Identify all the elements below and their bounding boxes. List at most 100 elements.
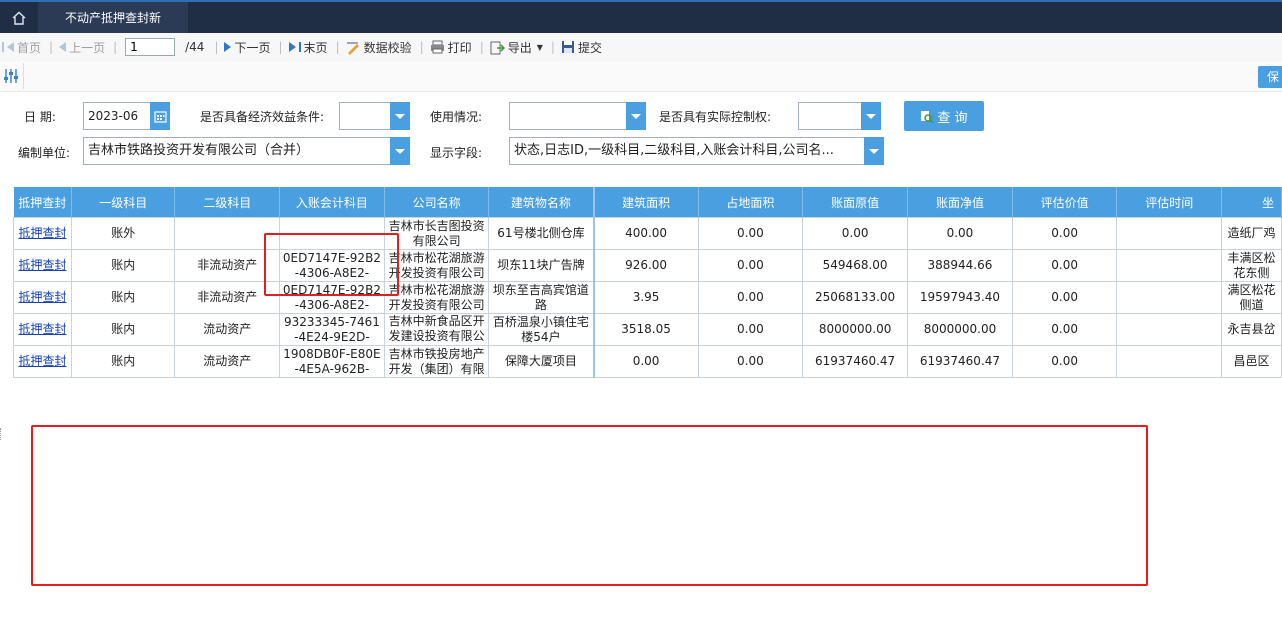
filter-settings-icon[interactable] (2, 67, 20, 85)
cell-account-text: 1908DB0F-E80E-4E5A-962B- (283, 346, 381, 376)
mortgage-link[interactable]: 抵押查封 (13, 345, 72, 378)
resize-handle[interactable] (0, 428, 3, 440)
save-button[interactable]: 保 (1258, 66, 1282, 88)
cell-building: 保障大厦项目 (488, 345, 595, 378)
mortgage-link[interactable]: 抵押查封 (13, 281, 72, 314)
col-header[interactable]: 公司名称 (384, 187, 490, 218)
cell-company: 吉林市松花湖旅游开发投资有限公司 (383, 281, 490, 314)
save-label: 保 (1267, 70, 1280, 84)
cell-level1: 账外 (70, 217, 176, 250)
cell-location: 永吉县岔 (1221, 313, 1282, 346)
fields-dropdown-button[interactable] (864, 137, 884, 165)
title-bar: 不动产抵押查封新 (0, 0, 1282, 33)
col-header[interactable]: 入账会计科目 (279, 187, 385, 218)
query-button[interactable]: 查 询 (904, 101, 984, 131)
cell-orig: 25068133.00 (802, 281, 909, 314)
tab-real-estate-mortgage[interactable]: 不动产抵押查封新 (38, 2, 188, 33)
table-row: 抵押查封 账外 吉林市长吉图投资有限公司 61号楼北侧仓库 400.00 0.0… (13, 217, 1282, 250)
cell-building: 百桥温泉小镇住宅楼54户 (488, 313, 595, 346)
cell-location: 满区松花侧道 (1221, 281, 1282, 314)
table-row: 抵押查封 账内 非流动资产 0ED7147E-92B2-4306-A8E2- 吉… (13, 281, 1282, 314)
cell-company-text: 吉林市长吉图投资有限公司 (388, 218, 485, 248)
cell-area: 400.00 (592, 217, 699, 250)
date-input[interactable]: 2023-06 (83, 102, 151, 130)
col-header[interactable]: 抵押查封 (13, 187, 72, 218)
cell-land: 0.00 (697, 249, 804, 282)
calendar-icon (153, 110, 167, 123)
validate-label: 数据校验 (363, 40, 412, 55)
usage-dropdown-button[interactable] (626, 102, 646, 130)
page-number-input[interactable] (125, 38, 176, 56)
pager-toolbar: 首页 | 上一页 | /44 | 下一页 | 末页 | 数据校验 | 打印 | … (0, 33, 1282, 62)
control-dropdown-button[interactable] (861, 102, 881, 130)
unit-select[interactable]: 吉林市铁路投资开发有限公司（合并） (83, 137, 392, 165)
cell-eval: 0.00 (1011, 217, 1118, 250)
cell-evaltime (1116, 249, 1222, 282)
chevron-down-icon (866, 113, 876, 119)
date-label: 日 期: (24, 110, 56, 124)
submit-label: 提交 (577, 40, 602, 55)
col-header[interactable]: 建筑物名称 (488, 187, 595, 218)
col-header[interactable]: 一级科目 (71, 187, 176, 218)
cell-level1: 账内 (70, 313, 176, 346)
col-header[interactable]: 占地面积 (698, 187, 804, 218)
col-header[interactable]: 坐 (1221, 187, 1282, 218)
export-icon (490, 41, 505, 54)
cell-orig: 61937460.47 (802, 345, 909, 378)
first-page-button[interactable]: 首页 (2, 39, 41, 56)
cell-location-text: 昌邑区 (1233, 354, 1270, 368)
cell-account-text: 93233345-7461-4E24-9E2D- (283, 314, 380, 344)
chevron-down-icon: ▼ (536, 42, 543, 52)
usage-select[interactable] (509, 102, 627, 130)
home-button[interactable] (0, 2, 38, 33)
cell-orig: 549468.00 (802, 249, 909, 282)
fields-select[interactable]: 状态,日志ID,一级科目,二级科目,入账会计科目,公司名... (509, 137, 865, 165)
cell-level1: 账内 (70, 249, 176, 282)
cell-account: 93233345-7461-4E24-9E2D- (279, 313, 385, 346)
next-page-label: 下一页 (234, 40, 271, 55)
col-header[interactable]: 评估价值 (1012, 187, 1118, 218)
cell-evaltime (1116, 313, 1222, 346)
cell-eval: 0.00 (1011, 249, 1118, 282)
econ-dropdown-button[interactable] (390, 102, 410, 130)
cell-account: 1908DB0F-E80E-4E5A-962B- (279, 345, 385, 378)
chevron-down-icon (395, 148, 405, 154)
cell-orig: 0.00 (802, 217, 909, 250)
next-page-button[interactable]: 下一页 (224, 39, 271, 56)
cell-orig: 8000000.00 (802, 313, 909, 346)
submit-button[interactable]: 提交 (561, 39, 602, 56)
cell-building: 坝东11块广告牌 (488, 249, 595, 282)
col-header[interactable]: 建筑面积 (592, 187, 699, 218)
cell-evaltime (1116, 281, 1222, 314)
cell-building-text: 坝东至吉高宾馆道路 (492, 282, 589, 312)
prev-page-label: 上一页 (69, 40, 106, 55)
cell-location-text: 永吉县岔 (1227, 322, 1276, 336)
calendar-button[interactable] (150, 102, 170, 130)
pencil-ruler-icon (346, 41, 359, 55)
page-total: /44 (185, 40, 205, 54)
econ-select[interactable] (339, 102, 391, 130)
col-header[interactable]: 二级科目 (174, 187, 281, 218)
cell-net: 19597943.40 (907, 281, 1013, 314)
unit-dropdown-button[interactable] (390, 137, 410, 165)
print-button[interactable]: 打印 (430, 39, 472, 56)
col-header[interactable]: 账面原值 (802, 187, 909, 218)
col-header[interactable]: 账面净值 (907, 187, 1013, 218)
mortgage-link[interactable]: 抵押查封 (13, 249, 72, 282)
control-select[interactable] (798, 102, 862, 130)
last-page-button[interactable]: 末页 (288, 39, 328, 56)
table-row: 抵押查封 账内 流动资产 93233345-7461-4E24-9E2D- 吉林… (13, 313, 1282, 346)
mortgage-link[interactable]: 抵押查封 (13, 313, 72, 346)
print-label: 打印 (447, 40, 472, 55)
validate-button[interactable]: 数据校验 (346, 39, 412, 56)
col-header[interactable]: 评估时间 (1116, 187, 1222, 218)
save-disk-icon (561, 41, 574, 53)
cell-building-text: 保障大厦项目 (504, 354, 577, 368)
cell-level1: 账内 (70, 281, 176, 314)
prev-page-button[interactable]: 上一页 (59, 39, 105, 56)
cell-net: 61937460.47 (907, 345, 1013, 378)
cell-company: 吉林市松花湖旅游开发投资有限公司 (383, 249, 490, 282)
mortgage-link[interactable]: 抵押查封 (13, 217, 72, 250)
export-button[interactable]: 导出 ▼ (490, 39, 543, 56)
cell-company: 吉林中新食品区开发建设投资有限公司 (383, 313, 490, 346)
